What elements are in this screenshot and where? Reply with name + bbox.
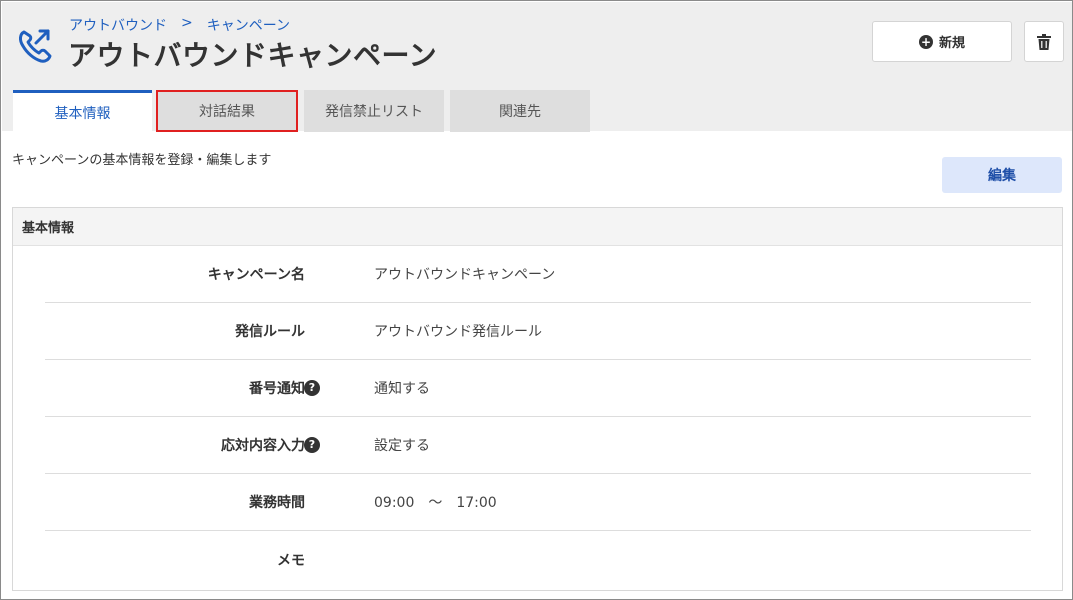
field-row-number-notification: 番号通知 ? 通知する: [45, 360, 1031, 417]
field-label: 番号通知: [249, 381, 305, 397]
field-row-memo: メモ: [45, 531, 1031, 588]
new-button-label: 新規: [938, 36, 965, 51]
tab-label: 対話結果: [199, 104, 255, 120]
page-title: アウトバウンドキャンペーン: [68, 39, 438, 72]
field-value: 通知する: [374, 381, 430, 397]
app-window: アウトバウンド > キャンペーン アウトバウンドキャンペーン + 新規 基本情報…: [0, 0, 1073, 600]
field-value: 09:00 ～ 17:00: [374, 495, 497, 511]
field-label: メモ: [277, 552, 305, 569]
breadcrumb-outbound[interactable]: アウトバウンド: [69, 15, 167, 35]
field-row-call-rule: 発信ルール アウトバウンド発信ルール: [45, 303, 1031, 360]
tab-label: 関連先: [499, 104, 541, 120]
tab-call-block-list[interactable]: 発信禁止リスト: [304, 90, 444, 132]
tab-basic-info[interactable]: 基本情報: [13, 90, 152, 132]
field-label: 発信ルール: [235, 324, 305, 340]
page-description: キャンペーンの基本情報を登録・編集します: [12, 153, 272, 168]
panel-title: 基本情報: [13, 208, 1062, 246]
tab-label: 発信禁止リスト: [325, 104, 423, 120]
breadcrumb-campaign[interactable]: キャンペーン: [207, 15, 290, 35]
plus-circle-icon: +: [918, 34, 933, 49]
field-value: アウトバウンド発信ルール: [374, 324, 542, 340]
trash-icon: [1037, 33, 1051, 50]
tab-related[interactable]: 関連先: [450, 90, 590, 132]
breadcrumb: アウトバウンド > キャンペーン: [69, 15, 290, 35]
tab-conversation-results[interactable]: 対話結果: [156, 90, 298, 132]
page-header: アウトバウンド > キャンペーン アウトバウンドキャンペーン + 新規 基本情報…: [2, 2, 1072, 132]
field-row-campaign-name: キャンペーン名 アウトバウンドキャンペーン: [45, 246, 1031, 303]
new-button[interactable]: + 新規: [872, 21, 1012, 62]
tab-label: 基本情報: [54, 105, 111, 122]
breadcrumb-separator: >: [181, 15, 193, 31]
field-label: 業務時間: [249, 495, 305, 511]
field-row-response-input: 応対内容入力 ? 設定する: [45, 417, 1031, 474]
field-value: アウトバウンドキャンペーン: [374, 267, 556, 283]
question-circle-icon[interactable]: ?: [304, 380, 320, 396]
field-label: 応対内容入力: [221, 438, 305, 454]
question-circle-icon[interactable]: ?: [304, 437, 320, 453]
field-value: 設定する: [374, 438, 430, 454]
phone-outbound-icon: [19, 29, 52, 63]
delete-button[interactable]: [1024, 21, 1064, 62]
basic-info-panel: 基本情報 キャンペーン名 アウトバウンドキャンペーン 発信ルール アウトバウンド…: [12, 207, 1063, 591]
field-row-business-hours: 業務時間 09:00 ～ 17:00: [45, 474, 1031, 531]
field-label: キャンペーン名: [207, 267, 305, 283]
edit-button[interactable]: 編集: [942, 157, 1062, 193]
